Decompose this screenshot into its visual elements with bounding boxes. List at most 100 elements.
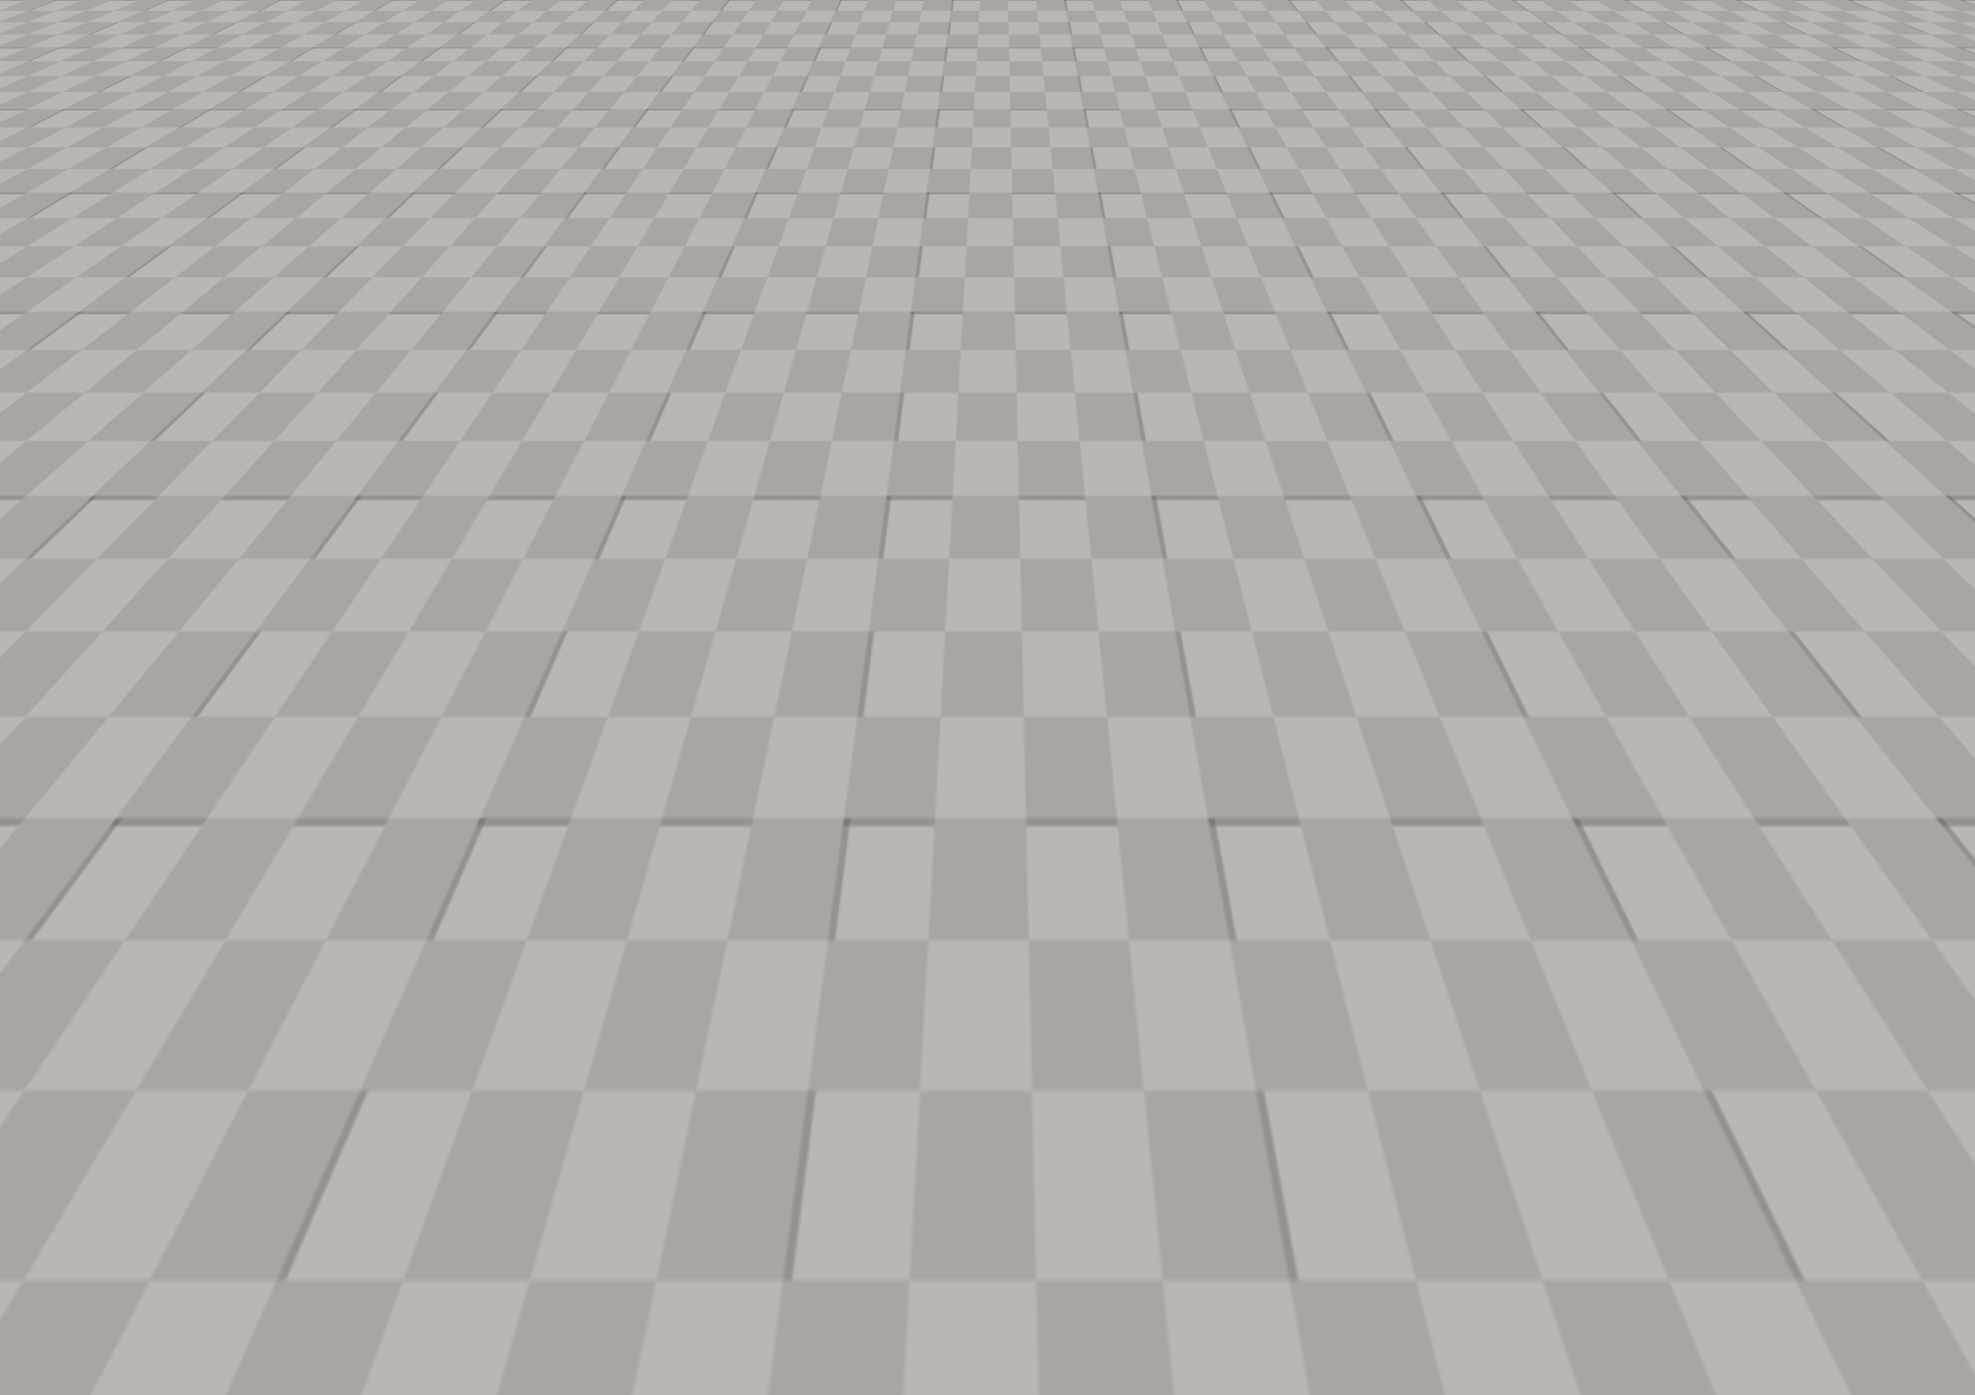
- object-masking-distance-slider[interactable]: 10.0: [159, 1028, 279, 1052]
- brand-icon[interactable]: 𝔸: [1901, 58, 1929, 106]
- options-icon[interactable]: ≡: [294, 794, 306, 810]
- globe-icon: ⊕: [1500, 12, 1517, 36]
- pivot-mode-select[interactable]: Default ∨: [159, 432, 279, 456]
- options-icon[interactable]: ≡: [294, 1072, 306, 1088]
- options-icon[interactable]: ≡: [294, 834, 306, 850]
- search-input[interactable]: Search...: [1739, 74, 1859, 90]
- camera-icon[interactable]: ⎚: [1861, 9, 1901, 39]
- keep-inside-checkbox[interactable]: ✓: [255, 1069, 277, 1091]
- more-icon[interactable]: ⋮: [1277, 58, 1299, 106]
- options-icon[interactable]: ≡: [294, 754, 306, 770]
- scale-mode-select[interactable]: Default ∨: [159, 472, 279, 496]
- options-icon[interactable]: ≡: [294, 436, 306, 452]
- options-icon[interactable]: ≡: [294, 556, 306, 572]
- options-icon[interactable]: ≡: [294, 516, 306, 532]
- sparkle-icon[interactable]: ✦: [1871, 58, 1901, 106]
- surface-snap-button[interactable]: ✳: [1534, 6, 1570, 42]
- sink-slider[interactable]: 0.0: [159, 552, 279, 576]
- grid-icon[interactable]: ▦: [1583, 9, 1623, 39]
- density-slider[interactable]: 4.08: [159, 272, 279, 296]
- move-icon[interactable]: ✥: [1379, 9, 1419, 39]
- content-button[interactable]: ▢ Content: [1299, 58, 1391, 106]
- chevron-down-icon[interactable]: ∨: [250, 196, 260, 212]
- options-icon[interactable]: ≡: [294, 874, 306, 890]
- density-row: Density 4.08 ≡: [30, 265, 314, 303]
- section-noise-mask[interactable]: Noise Mask >: [30, 903, 314, 940]
- section-edge-breakup[interactable]: Edge Breakup >: [30, 1220, 314, 1257]
- randomize-sink-checkbox[interactable]: [255, 593, 277, 615]
- history-icon[interactable]: ↺: [1691, 58, 1711, 106]
- star-icon[interactable]: ☆: [1711, 58, 1732, 106]
- grid-snap[interactable]: ▦ 5: [1578, 6, 1652, 42]
- options-icon[interactable]: ≡: [294, 596, 306, 612]
- proximity-edit-table-button[interactable]: Edit Table: [180, 870, 280, 894]
- options-icon[interactable]: ≡: [294, 992, 306, 1008]
- chevron-right-icon: >: [291, 1229, 304, 1248]
- panel-timing: 360ms: [138, 73, 182, 88]
- rotate-icon[interactable]: ⟳: [1421, 9, 1461, 39]
- options-icon[interactable]: ≡: [294, 356, 306, 372]
- section-proximity-mask[interactable]: Proximity Mask ∨: [30, 664, 314, 701]
- layout-button[interactable]: ⊞: [1930, 6, 1966, 42]
- falloff-slider[interactable]: 1.0: [159, 512, 279, 536]
- angle-icon[interactable]: ∠: [1665, 9, 1705, 39]
- close-icon[interactable]: ✕: [297, 70, 312, 91]
- more-icon[interactable]: ⋮: [296, 111, 312, 130]
- show-button[interactable]: Show: [323, 6, 395, 42]
- create-button[interactable]: ⊕ Create: [1546, 58, 1627, 106]
- chevron-down-icon[interactable]: ∨: [250, 714, 260, 730]
- world-local-button[interactable]: ⊕: [1490, 6, 1526, 42]
- close-icon[interactable]: ✕: [1247, 58, 1277, 106]
- select-icon[interactable]: ➤: [1337, 9, 1377, 39]
- section-directional-masking[interactable]: Directional Masking >: [30, 1259, 314, 1296]
- add-icon[interactable]: +: [230, 712, 245, 733]
- chevron-down-icon[interactable]: ∨: [250, 992, 260, 1008]
- options-icon[interactable]: ≡: [294, 236, 306, 252]
- add-icon[interactable]: +: [230, 194, 245, 215]
- lit-button[interactable]: ◐ Lit: [236, 6, 310, 42]
- scale-snap[interactable]: ⤢ 0.25: [1752, 6, 1848, 42]
- proximity-sampling-row: Sampling 435 ≡: [30, 823, 314, 861]
- basket-icon[interactable]: ⌂: [254, 111, 264, 130]
- options-icon[interactable]: ≡: [294, 1032, 306, 1048]
- options-icon[interactable]: ≡: [294, 714, 306, 730]
- section-border-masking[interactable]: Border Masking >: [30, 1181, 314, 1218]
- options-icon[interactable]: ≡: [294, 276, 306, 292]
- options-icon[interactable]: ≡: [294, 316, 306, 332]
- max-scale-slider[interactable]: 1.0: [159, 392, 279, 416]
- add-icon[interactable]: +: [230, 990, 245, 1011]
- uniform-scale-slider[interactable]: 0.0: [159, 312, 279, 336]
- section-base-properties[interactable]: Base Properties ∨: [30, 146, 314, 183]
- chevron-down-icon: ∨: [292, 155, 304, 174]
- place-button[interactable]: → Place: [1391, 58, 1463, 106]
- options-icon[interactable]: ≡: [294, 1152, 306, 1168]
- menu-button[interactable]: ☰: [20, 6, 56, 42]
- add-icon[interactable]: +: [158, 234, 173, 255]
- options-icon[interactable]: ≡: [294, 396, 306, 412]
- options-icon[interactable]: ≡: [294, 1112, 306, 1128]
- camera-speed[interactable]: ⎚ 1: [1856, 6, 1930, 42]
- options-icon[interactable]: ≡: [294, 196, 306, 212]
- options-icon[interactable]: ≡: [294, 476, 306, 492]
- section-object-masking[interactable]: Object Masking ∨: [30, 942, 314, 979]
- projection-triangles-slider[interactable]: 2000: [190, 1148, 279, 1172]
- pin-icon[interactable]: ⚲: [274, 111, 286, 130]
- rotation-snap[interactable]: ∠ 10°: [1660, 6, 1742, 42]
- section-feature-masking[interactable]: Feature Masking >: [30, 625, 314, 662]
- tool-name[interactable]: Surface Scatter: [58, 111, 182, 130]
- proximity-distance-slider[interactable]: 10.0: [159, 750, 279, 774]
- cube-icon: ⬢: [75, 12, 92, 36]
- scale-snap-icon[interactable]: ⤢: [1757, 9, 1797, 39]
- chevron-right-icon: >: [291, 1268, 304, 1287]
- perspective-button[interactable]: ⬢ Perspective: [68, 6, 223, 42]
- optimize-curves-checkbox[interactable]: ✓: [255, 1109, 277, 1131]
- scatter-icon: ⚲: [1472, 74, 1482, 90]
- scatter-button[interactable]: ⚲ Scatter: [1463, 58, 1547, 106]
- layout-icon: ⊞: [1940, 12, 1957, 36]
- edit-button[interactable]: ◫ Edit: [1628, 58, 1691, 106]
- hamburger-icon: ☰: [29, 12, 47, 36]
- min-scale-slider[interactable]: 0.1: [159, 352, 279, 376]
- edit-table-button[interactable]: Edit Table: [180, 232, 280, 256]
- proximity-sampling-slider[interactable]: 435: [159, 830, 279, 854]
- proximity-width-slider[interactable]: 0.0: [159, 790, 279, 814]
